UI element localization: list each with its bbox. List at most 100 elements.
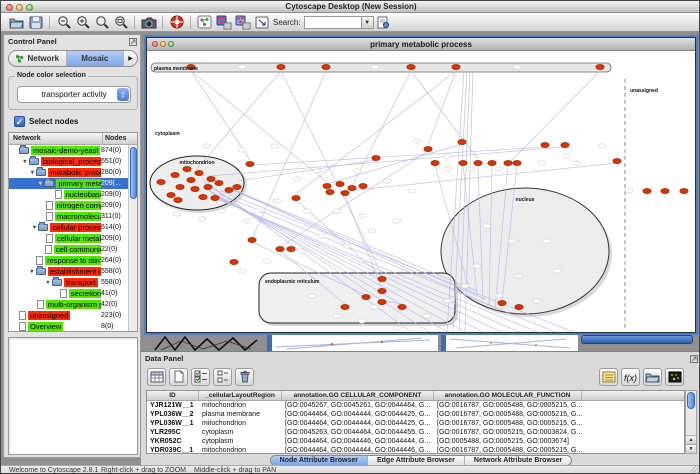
table-row[interactable]: YLR295Ccytoplasm[GO:0045263, GO:0044464,… [147, 428, 684, 437]
graph-node[interactable] [474, 160, 482, 165]
col-id[interactable]: ID [147, 391, 199, 400]
graph-node[interactable] [199, 194, 207, 199]
tree-expander-icon[interactable]: ▼ [28, 170, 36, 176]
graph-node[interactable] [336, 181, 344, 186]
graph-node[interactable] [372, 155, 380, 160]
table-scrollbar[interactable]: ▲ ▼ [685, 390, 697, 454]
new-attribute-icon[interactable] [169, 368, 188, 386]
graph-node[interactable] [167, 192, 175, 197]
tree-row-secretion[interactable]: secretion41(0) [9, 288, 137, 299]
graph-edge[interactable] [327, 144, 462, 184]
node-color-select[interactable]: transporter activity ▲▼ [17, 86, 131, 103]
graph-node[interactable] [292, 195, 300, 200]
table-scroll-thumb[interactable] [687, 392, 695, 409]
tree-row-establishment-of-lo[interactable]: ▼establishment of lo558(0) [9, 266, 137, 277]
graph-node[interactable] [157, 179, 165, 184]
tree-row-transport[interactable]: ▼transport558(0) [9, 277, 137, 288]
graph-node[interactable] [407, 64, 415, 69]
graph-edge[interactable] [280, 151, 428, 247]
tab-mosaic[interactable]: Mosaic [67, 51, 125, 66]
graph-node[interactable] [452, 64, 460, 69]
graph-node[interactable] [378, 288, 386, 293]
tree-row-cellular-process[interactable]: ▼cellular process614(0) [9, 222, 137, 233]
graph-node[interactable] [458, 139, 466, 144]
graph-edge[interactable] [253, 71, 326, 237]
scroll-up-arrow[interactable]: ▲ [686, 435, 696, 444]
tree-row-overview[interactable]: Overview8(0) [9, 321, 137, 332]
function-builder-icon[interactable]: f(x) [621, 368, 640, 386]
open-folder-icon[interactable] [8, 14, 25, 30]
tree-row-mosaic-demo-yeast[interactable]: mosaic-demo-yeast874(0) [9, 145, 137, 156]
graph-node[interactable] [207, 176, 215, 181]
tab-overflow-arrow[interactable]: ▶ [124, 51, 137, 66]
table-row[interactable]: YKR052Ccytoplasm[GO:0044464, GO:0044446,… [147, 437, 684, 446]
node-annotation-icon[interactable] [215, 14, 232, 30]
graph-edge[interactable] [296, 71, 456, 194]
table-row[interactable]: YPL036W__2plasma membrane[GO:0044464, GO… [147, 410, 684, 419]
graph-node[interactable] [359, 183, 367, 188]
graph-node[interactable] [246, 161, 254, 166]
graph-node[interactable] [661, 188, 669, 193]
edge-annotation-icon[interactable] [234, 14, 251, 30]
graph-node[interactable] [424, 146, 432, 151]
graph-node[interactable] [561, 142, 569, 147]
col-go-molecular-function[interactable]: annotation.GO MOLECULAR_FUNCTION [434, 391, 582, 400]
graph-node[interactable] [176, 184, 184, 189]
graph-node[interactable] [326, 189, 334, 194]
graph-edge[interactable] [352, 71, 411, 186]
graph-node[interactable] [504, 160, 512, 165]
network-overview-icon[interactable] [196, 14, 213, 30]
save-icon[interactable] [27, 14, 44, 30]
search-settings-icon[interactable] [375, 14, 392, 30]
tab-network[interactable]: Network [9, 51, 67, 66]
background-window-3[interactable] [581, 335, 693, 344]
tree-row-response-to-stimulu[interactable]: response to stimulu264(0) [9, 255, 137, 266]
select-attributes-icon[interactable] [191, 368, 210, 386]
delete-attribute-icon[interactable] [235, 368, 254, 386]
tree-row-unassigned[interactable]: unassigned223(0) [9, 310, 137, 321]
tab-node-attribute-browser[interactable]: Node Attribute Browser [271, 456, 368, 465]
tree-row-primary-metabo[interactable]: ▼primary metabo209(... [9, 178, 137, 189]
tree-row-cellular-metabo[interactable]: cellular metabo209(0) [9, 233, 137, 244]
col-go-cellular-component[interactable]: annotation.GO CELLULAR_COMPONENT [282, 391, 434, 400]
import-attributes-icon[interactable] [643, 368, 662, 386]
help-lifering-icon[interactable] [168, 14, 185, 30]
tree-expander-icon[interactable]: ▼ [28, 269, 36, 275]
graph-node[interactable] [171, 172, 179, 177]
graph-node[interactable] [215, 180, 223, 185]
graph-node[interactable] [187, 177, 195, 182]
tree-row-biological-process[interactable]: ▼biological_process651(0) [9, 156, 137, 167]
resize-grip[interactable] [691, 466, 700, 474]
graph-node[interactable] [248, 237, 256, 242]
tree-row-multi-organism-pro[interactable]: multi-organism pro42(0) [9, 299, 137, 310]
unselect-attributes-icon[interactable] [213, 368, 232, 386]
table-row[interactable]: YJR121W__1mitochondrion[GO:0045267, GO:0… [147, 401, 684, 410]
background-window-2[interactable] [441, 334, 578, 351]
graph-edge[interactable] [191, 71, 250, 160]
graph-node[interactable] [613, 158, 621, 163]
graph-node[interactable] [233, 184, 241, 189]
search-dropdown-arrow[interactable]: ▼ [362, 16, 374, 29]
network-canvas[interactable]: plasma membrane cytoplasm mitochondrion … [147, 51, 695, 332]
graph-edge[interactable] [281, 71, 382, 275]
col-cellular-layout-region[interactable]: _cellularLayoutRegion [199, 391, 282, 400]
graph-node[interactable] [174, 197, 182, 202]
table-row[interactable]: YPL036W__1mitochondrion[GO:0044464, GO:0… [147, 419, 684, 428]
snapshot-icon[interactable] [140, 14, 157, 30]
graph-node[interactable] [431, 160, 439, 165]
table-row[interactable]: YDR039C__1mitochondrion[GO:0044464, GO:0… [147, 446, 684, 454]
scroll-down-arrow[interactable]: ▼ [686, 444, 696, 453]
graph-node[interactable] [341, 304, 349, 309]
graph-node[interactable] [398, 304, 406, 309]
tree-row-nitrogen-compo[interactable]: nitrogen compo209(0) [9, 200, 137, 211]
hide-panel-icon[interactable] [253, 14, 270, 30]
graph-node[interactable] [323, 183, 331, 188]
graph-node[interactable] [541, 142, 549, 147]
zoom-fit-icon[interactable] [112, 14, 129, 30]
float-panel-icon[interactable] [129, 37, 137, 50]
zoom-selected-icon[interactable] [93, 14, 110, 30]
tree-row-cell-communicat[interactable]: cell communicat22(0) [9, 244, 137, 255]
tab-network-attribute-browser[interactable]: Network Attribute Browser [465, 456, 571, 465]
graph-node[interactable] [211, 195, 219, 200]
graph-node[interactable] [341, 190, 349, 195]
